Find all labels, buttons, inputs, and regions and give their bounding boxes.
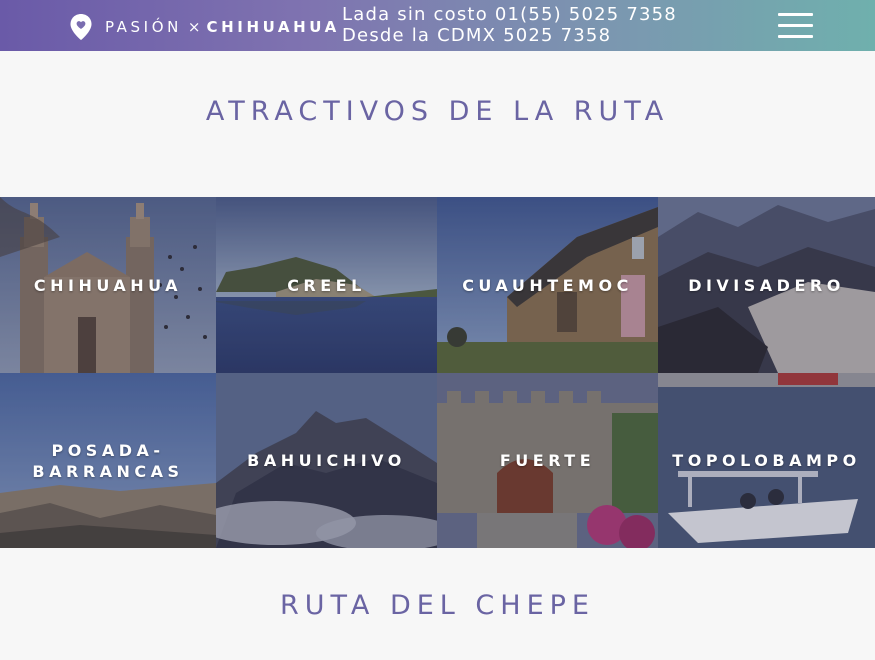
menu-bar-bottom	[778, 35, 813, 38]
toll-free-phone[interactable]: Lada sin costo 01(55) 5025 7358	[342, 4, 677, 25]
attraction-label: POSADA- BARRANCAS	[32, 440, 184, 481]
attraction-tile-bahuichivo[interactable]: BAHUICHIVO	[216, 373, 437, 548]
attraction-label: BAHUICHIVO	[247, 451, 406, 470]
attractions-grid: CHIHUAHUA CREEL CUAUHTEMOC DIVISADERO PO…	[0, 197, 875, 548]
attraction-label: CHIHUAHUA	[33, 275, 183, 295]
attraction-tile-chihuahua[interactable]: CHIHUAHUA	[0, 197, 216, 373]
brand-name-separator: ×	[187, 17, 201, 36]
attraction-tile-cuauhtemoc[interactable]: CUAUHTEMOC	[437, 197, 658, 373]
attraction-label: CUAUHTEMOC	[462, 275, 633, 295]
cdmx-phone[interactable]: Desde la CDMX 5025 7358	[342, 25, 677, 46]
attraction-tile-creel[interactable]: CREEL	[216, 197, 437, 373]
brand-name-right: CHIHUAHUA	[206, 17, 340, 36]
attraction-label: CREEL	[287, 275, 366, 295]
attraction-label: TOPOLOBAMPO	[672, 451, 861, 470]
menu-bar-top	[778, 13, 813, 16]
contact-phones: Lada sin costo 01(55) 5025 7358 Desde la…	[342, 4, 677, 46]
attraction-label: DIVISADERO	[688, 275, 845, 295]
attraction-tile-divisadero[interactable]: DIVISADERO	[658, 197, 875, 373]
attraction-tile-topolobampo[interactable]: TOPOLOBAMPO	[658, 373, 875, 548]
attractions-section-title: ATRACTIVOS DE LA RUTA	[205, 96, 670, 127]
attraction-tile-posada-barrancas[interactable]: POSADA- BARRANCAS	[0, 373, 216, 548]
attraction-tile-fuerte[interactable]: FUERTE	[437, 373, 658, 548]
brand-name: PASIÓN × CHIHUAHUA	[105, 18, 340, 36]
menu-bar-middle	[778, 24, 813, 27]
attraction-label: FUERTE	[499, 451, 596, 470]
brand-name-left: PASIÓN	[105, 17, 182, 36]
brand-logo[interactable]: PASIÓN × CHIHUAHUA	[69, 13, 340, 40]
location-pin-icon	[70, 13, 92, 40]
top-navigation-bar: PASIÓN × CHIHUAHUA Lada sin costo 01(55) 5…	[0, 0, 875, 51]
route-section-title: RUTA DEL CHEPE	[279, 590, 595, 621]
hamburger-menu-icon[interactable]	[778, 12, 814, 40]
